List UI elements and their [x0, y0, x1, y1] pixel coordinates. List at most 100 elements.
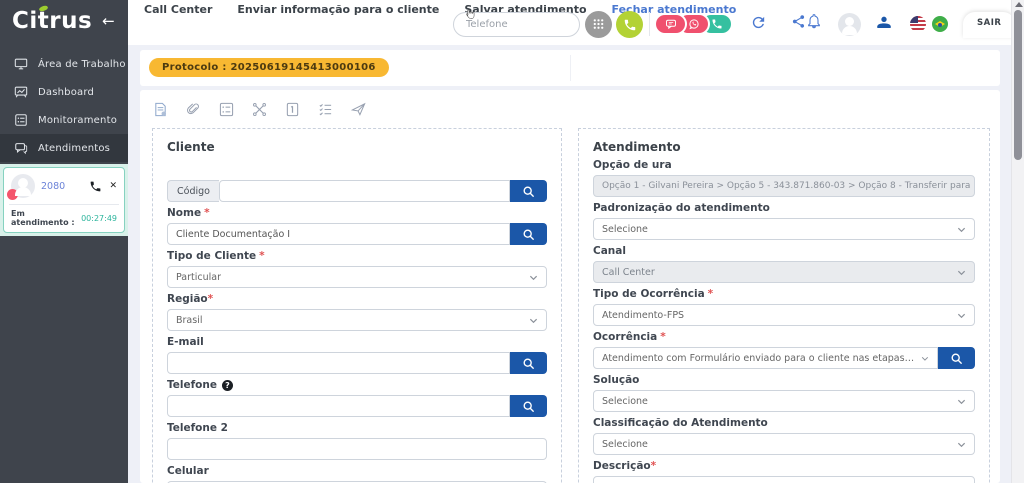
- sidebar-item-monitoramento[interactable]: Monitoramento: [0, 106, 128, 134]
- ocorrencia-select[interactable]: Atendimento com Formulário enviado para …: [593, 347, 938, 369]
- padronizacao-select[interactable]: Selecione: [593, 218, 975, 240]
- vertical-scrollbar[interactable]: [1011, 0, 1024, 483]
- phone-icon[interactable]: [89, 180, 102, 193]
- nome-input[interactable]: [167, 223, 510, 245]
- sidebar-item-label: Atendimentos: [38, 143, 110, 154]
- citrus-app: Citrus ← Área de Trabalho Dashboard Moni…: [0, 0, 1024, 483]
- sidebar: Citrus ← Área de Trabalho Dashboard Moni…: [0, 0, 128, 483]
- monitor-icon: [14, 57, 28, 71]
- email-search-button[interactable]: [510, 352, 547, 374]
- nome-search-button[interactable]: [510, 223, 547, 245]
- field-descricao: Descrição*: [593, 460, 975, 483]
- chevron-down-icon: [957, 440, 966, 449]
- ura-value: Opção 1 - Gilvani Pereira > Opção 5 - 34…: [593, 175, 975, 197]
- scrollbar-thumb[interactable]: [1014, 10, 1022, 160]
- telefone-input[interactable]: [167, 395, 510, 417]
- email-input[interactable]: [167, 352, 510, 374]
- agent-profile-button[interactable]: [876, 14, 892, 34]
- split-button[interactable]: [251, 102, 267, 118]
- logo-row: Citrus ←: [0, 0, 128, 40]
- call-button[interactable]: [616, 11, 643, 38]
- search-icon: [522, 400, 535, 413]
- classificacao-select[interactable]: Selecione: [593, 433, 975, 455]
- ura-label: Opção de ura: [593, 159, 672, 172]
- telefone2-input[interactable]: [167, 438, 547, 460]
- chat-pill-icon: [665, 18, 677, 30]
- collapse-sidebar-arrow[interactable]: ←: [102, 12, 115, 30]
- nav-enviar-informacao[interactable]: Enviar informação para o cliente: [237, 3, 439, 16]
- monitoring-icon: [14, 113, 28, 127]
- sidebar-item-area-de-trabalho[interactable]: Área de Trabalho: [0, 50, 128, 78]
- chat-icon: [14, 141, 28, 155]
- field-codigo: Código: [167, 180, 547, 202]
- codigo-input[interactable]: [219, 180, 510, 202]
- regiao-label: Região: [167, 293, 208, 306]
- sidebar-item-dashboard[interactable]: Dashboard: [0, 78, 128, 106]
- search-icon: [950, 352, 963, 365]
- descricao-textarea[interactable]: [593, 476, 975, 483]
- close-call-icon[interactable]: ✕: [109, 181, 117, 191]
- regiao-select[interactable]: Brasil: [167, 309, 547, 331]
- padronizacao-label: Padronização do atendimento: [593, 202, 770, 215]
- call-status-label: Em atendimento :: [11, 209, 81, 227]
- divider: [570, 55, 571, 81]
- chevron-down-icon: [957, 397, 966, 406]
- document-button[interactable]: [152, 102, 168, 118]
- chevron-down-icon: [529, 316, 538, 325]
- us-flag-icon[interactable]: [910, 16, 926, 32]
- required-asterisk: *: [708, 288, 714, 301]
- field-telefone2: Telefone 2: [167, 422, 547, 460]
- phone-pill-icon: [711, 18, 723, 30]
- help-icon[interactable]: ?: [222, 380, 233, 391]
- field-nome: Nome*: [167, 207, 547, 245]
- send-button[interactable]: [350, 102, 366, 118]
- attachment-button[interactable]: [185, 102, 201, 118]
- call-icon: [623, 18, 637, 32]
- sidebar-item-atendimentos[interactable]: Atendimentos: [0, 134, 128, 162]
- search-icon: [522, 185, 535, 198]
- form-toolbar: [140, 90, 1000, 120]
- checklist-button[interactable]: [317, 102, 333, 118]
- share-button[interactable]: [791, 14, 806, 33]
- field-regiao: Região* Brasil: [167, 293, 547, 331]
- dashboard-icon: [14, 85, 28, 99]
- user-avatar[interactable]: [838, 13, 861, 36]
- list-button[interactable]: [218, 102, 234, 118]
- notifications-button[interactable]: [806, 13, 822, 33]
- codigo-search-button[interactable]: [510, 180, 547, 202]
- required-asterisk: *: [204, 207, 210, 220]
- logout-button[interactable]: SAIR: [963, 12, 1015, 38]
- nav-call-center[interactable]: Call Center: [144, 3, 212, 16]
- scrollbar-up-arrow[interactable]: [1015, 2, 1023, 7]
- dialpad-icon: [592, 18, 605, 31]
- ocorrencia-search-button[interactable]: [938, 347, 975, 369]
- br-flag-icon[interactable]: [932, 16, 948, 32]
- field-canal: Canal Call Center: [593, 245, 975, 283]
- box-number-button[interactable]: [284, 102, 300, 118]
- divider: [649, 12, 650, 36]
- active-call-panel: 2080 ✕ Em atendimento : 00:27:49: [0, 164, 128, 236]
- chat-channel-button[interactable]: [654, 13, 687, 35]
- sync-button[interactable]: [750, 14, 767, 35]
- mouse-cursor: [466, 9, 480, 31]
- dialpad-button[interactable]: [585, 11, 612, 38]
- required-asterisk: *: [208, 293, 214, 306]
- field-telefone: Telefone?: [167, 379, 547, 417]
- tipo-ocorrencia-label: Tipo de Ocorrência: [593, 288, 705, 301]
- telefone2-label: Telefone 2: [167, 422, 228, 435]
- solucao-select[interactable]: Selecione: [593, 390, 975, 412]
- field-solucao: Solução Selecione: [593, 374, 975, 412]
- field-ocorrencia: Ocorrência* Atendimento com Formulário e…: [593, 331, 975, 369]
- field-opcao-ura: Opção de ura Opção 1 - Gilvani Pereira >…: [593, 159, 975, 197]
- citrus-logo: Citrus: [12, 8, 92, 34]
- document-icon: [153, 102, 168, 117]
- celular-label: Celular: [167, 465, 209, 478]
- field-tipo-ocorrencia: Tipo de Ocorrência* Atendimento-FPS: [593, 288, 975, 326]
- classificacao-label: Classificação do Atendimento: [593, 417, 768, 430]
- tipo-ocorrencia-select[interactable]: Atendimento-FPS: [593, 304, 975, 326]
- telefone-search-button[interactable]: [510, 395, 547, 417]
- sidebar-item-label: Área de Trabalho: [38, 59, 126, 70]
- field-email: E-mail: [167, 336, 547, 374]
- attachment-icon: [186, 102, 201, 117]
- tipo-cliente-select[interactable]: Particular: [167, 266, 547, 288]
